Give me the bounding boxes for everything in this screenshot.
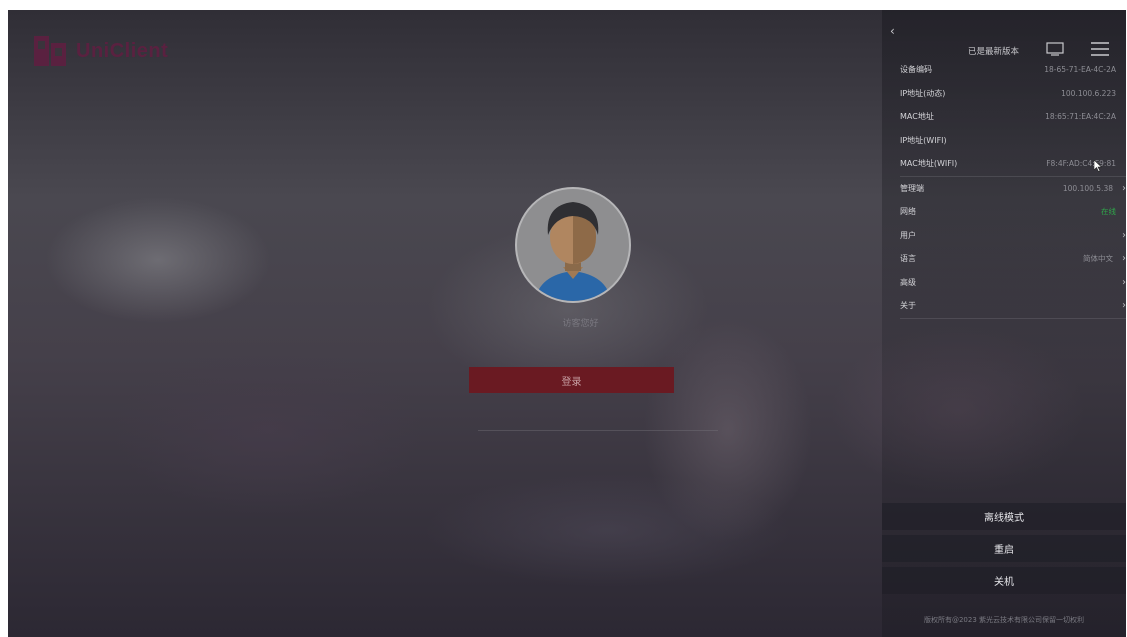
settings-row-user[interactable]: 用户 › [882, 224, 1126, 248]
chevron-right-icon: › [1122, 253, 1126, 265]
side-panel: ‹ 已是最新版本 设备编码 18-65-71-EA-4C-2A IP地址(动态)… [882, 10, 1126, 637]
info-row-ip-wifi: IP地址(WIFI) [882, 129, 1126, 153]
back-chevron-icon[interactable]: ‹ [890, 24, 895, 38]
info-value: 18:65:71:EA:4C:2A [1045, 112, 1116, 122]
device-info-list: 设备编码 18-65-71-EA-4C-2A IP地址(动态) 100.100.… [882, 58, 1126, 319]
info-label: IP地址(WIFI) [900, 135, 947, 145]
settings-row-network: 网络 在线 [882, 200, 1126, 224]
mouse-cursor-icon [1094, 160, 1102, 172]
network-status: 在线 [1101, 207, 1116, 217]
chevron-right-icon: › [1122, 276, 1126, 288]
settings-value: 简体中文 [1083, 254, 1113, 264]
logo-text: UniClient [76, 39, 169, 62]
divider [478, 430, 718, 431]
info-row-ip-dynamic: IP地址(动态) 100.100.6.223 [882, 82, 1126, 106]
version-status: 已是最新版本 [968, 47, 1020, 57]
settings-label: 用户 [900, 230, 916, 240]
login-screen: UniClient 访客您好 登录 ‹ 已是最新版本 设备编码 18-65-71… [8, 10, 1126, 637]
shutdown-button[interactable]: 关机 [882, 567, 1126, 594]
info-value: 18-65-71-EA-4C-2A [1044, 65, 1116, 75]
greeting-text: 访客您好 [562, 319, 599, 329]
info-label: MAC地址(WIFI) [900, 159, 958, 169]
settings-row-language[interactable]: 语言 简体中文 › [882, 247, 1126, 271]
info-row-device-code: 设备编码 18-65-71-EA-4C-2A [882, 58, 1126, 82]
monitor-icon[interactable] [1046, 42, 1064, 56]
chevron-right-icon: › [1122, 182, 1126, 194]
logo: UniClient [32, 33, 168, 69]
info-row-mac: MAC地址 18:65:71:EA:4C:2A [882, 105, 1126, 129]
info-value: F8:4F:AD:C4:F9:81 [1046, 159, 1116, 169]
settings-value: 100.100.5.38 [1062, 183, 1113, 193]
divider [900, 317, 1126, 319]
info-value: 100.100.6.223 [1061, 88, 1116, 98]
offline-mode-button[interactable]: 离线模式 [882, 503, 1126, 530]
avatar-icon [535, 202, 611, 301]
restart-button[interactable]: 重启 [882, 535, 1126, 562]
info-label: IP地址(动态) [900, 88, 946, 98]
avatar [515, 187, 631, 303]
logo-icon [34, 36, 66, 66]
settings-row-management[interactable]: 管理端 100.100.5.38 › [882, 177, 1126, 201]
settings-row-advanced[interactable]: 高级 › [882, 271, 1126, 295]
chevron-right-icon: › [1122, 229, 1126, 241]
settings-label: 语言 [900, 254, 916, 264]
info-row-mac-wifi: MAC地址(WIFI) F8:4F:AD:C4:F9:81 [882, 152, 1126, 176]
info-label: 设备编码 [900, 65, 932, 75]
menu-icon[interactable] [1090, 41, 1110, 57]
settings-label: 网络 [900, 207, 916, 217]
settings-label: 管理端 [900, 183, 924, 193]
settings-label: 高级 [900, 277, 916, 287]
chevron-right-icon: › [1122, 300, 1126, 312]
login-button[interactable]: 登录 [469, 367, 674, 393]
settings-label: 关于 [900, 301, 916, 311]
copyright-text: 版权所有@2023 紫光云技术有限公司保留一切权利 [923, 616, 1085, 624]
settings-row-about[interactable]: 关于 › [882, 294, 1126, 318]
info-label: MAC地址 [900, 112, 934, 122]
